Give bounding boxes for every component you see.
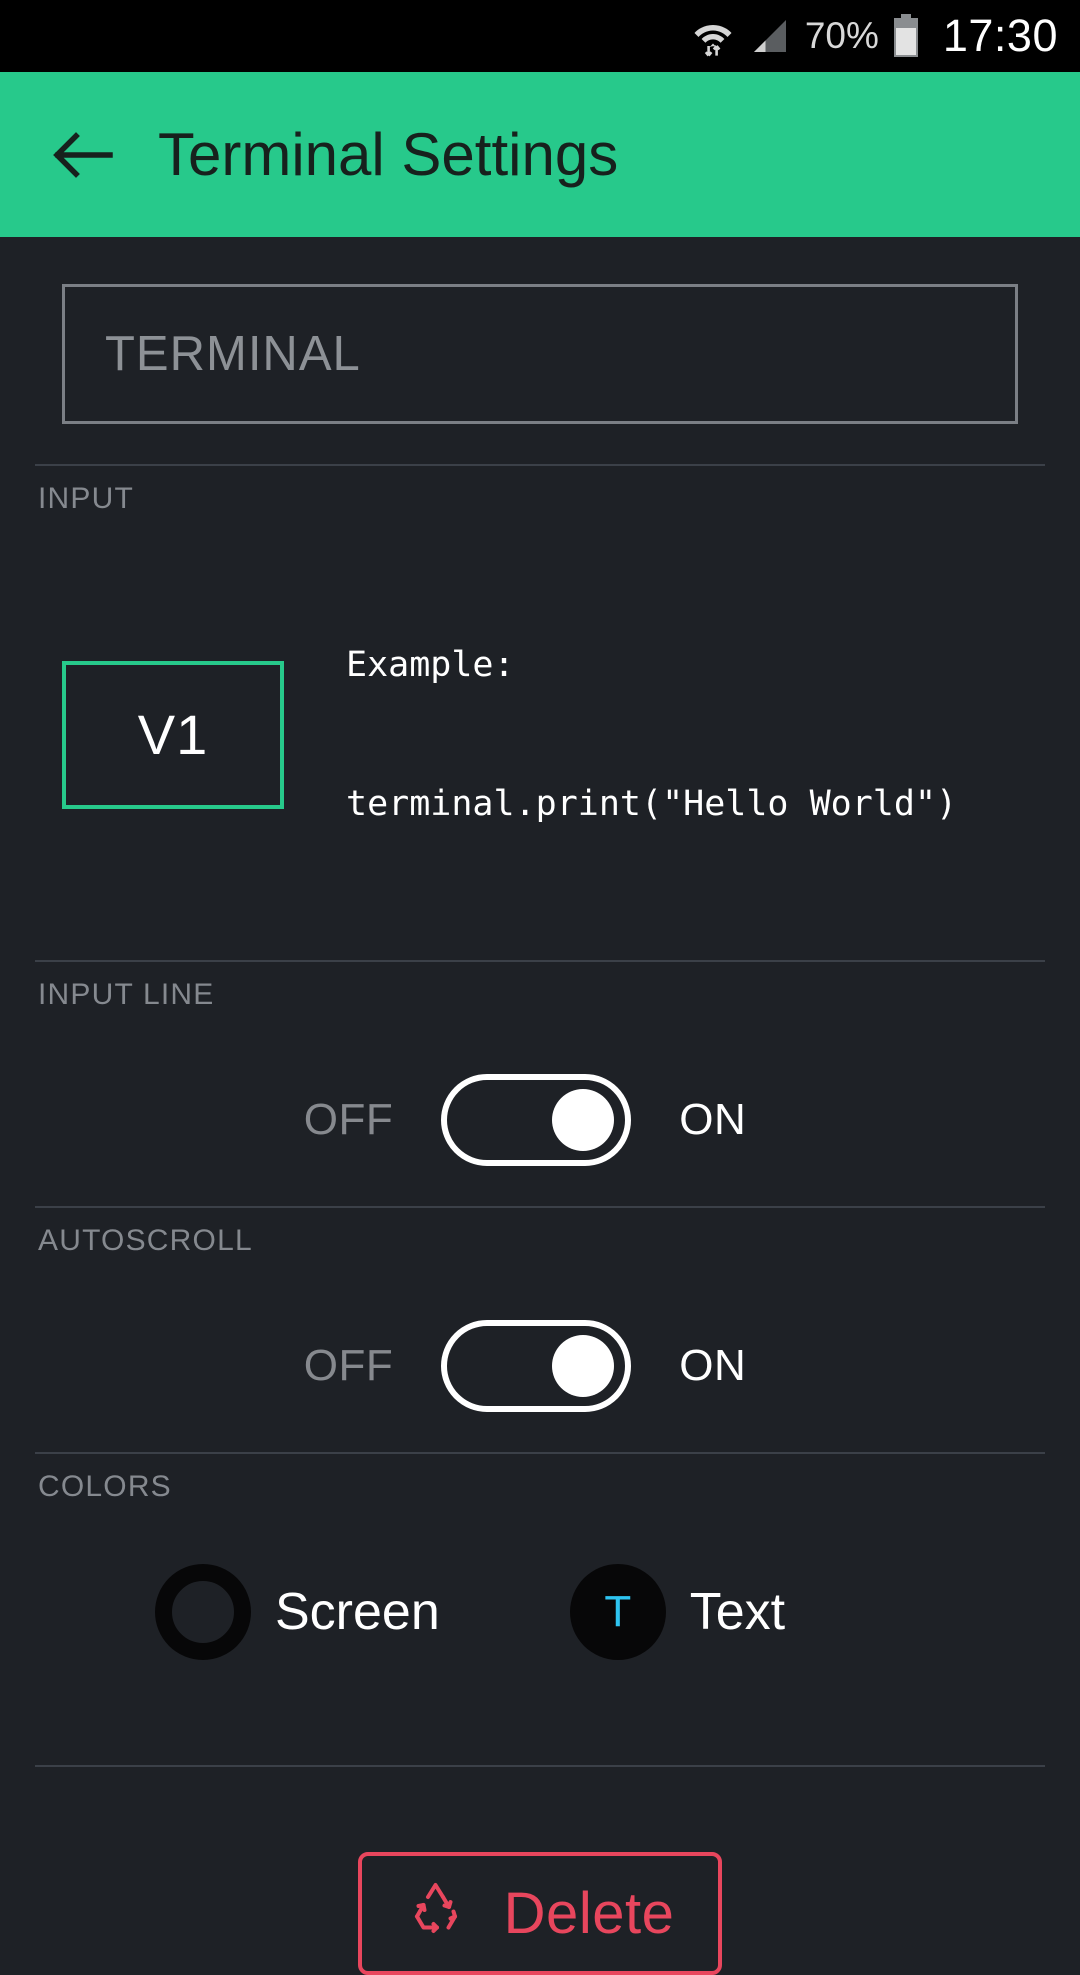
text-color-swatch[interactable]: T xyxy=(569,1563,666,1660)
input-version-label: V1 xyxy=(137,703,209,767)
screen-color-swatch[interactable] xyxy=(155,1563,251,1660)
status-bar: 70% 17:30 xyxy=(0,0,1080,72)
section-input-label: INPUT xyxy=(38,482,134,515)
cellular-signal-icon xyxy=(749,15,791,57)
section-input-line: INPUT LINE OFF ON xyxy=(0,959,1080,1166)
input-line-off-label: OFF xyxy=(303,1094,394,1144)
input-line-on-label: ON xyxy=(679,1094,747,1144)
section-colors-label: COLORS xyxy=(38,1469,172,1503)
terminal-name-input[interactable]: TERMINAL xyxy=(62,284,1018,424)
input-line-switch[interactable] xyxy=(441,1073,632,1166)
app-header: Terminal Settings xyxy=(0,72,1080,237)
section-colors: COLORS Screen T Text xyxy=(0,1451,1080,1660)
autoscroll-toggle-row: OFF ON xyxy=(0,1319,1080,1412)
text-color-label: Text xyxy=(689,1582,786,1641)
section-input: INPUT V1 Example: terminal.print("Hello … xyxy=(0,464,1080,920)
input-line-switch-knob xyxy=(552,1088,615,1151)
section-autoscroll: AUTOSCROLL OFF ON xyxy=(0,1205,1080,1412)
page-title: Terminal Settings xyxy=(158,121,619,188)
terminal-name-value: TERMINAL xyxy=(105,327,361,381)
delete-button-label: Delete xyxy=(503,1880,675,1946)
input-example-line-1: Example: xyxy=(346,645,515,686)
status-bar-clock: 17:30 xyxy=(942,10,1058,61)
battery-percent-label: 70% xyxy=(804,15,879,56)
wifi-with-transfer-icon xyxy=(691,14,735,58)
colors-row: Screen T Text xyxy=(0,1563,1080,1660)
bottom-divider xyxy=(35,1764,1045,1767)
settings-content: TERMINAL INPUT V1 Example: terminal.prin… xyxy=(0,284,1080,1975)
delete-button[interactable]: Delete xyxy=(357,1851,723,1975)
screen-color-item[interactable]: Screen xyxy=(155,1563,440,1660)
autoscroll-switch[interactable] xyxy=(441,1319,632,1412)
text-color-swatch-letter: T xyxy=(604,1586,632,1636)
input-version-button[interactable]: V1 xyxy=(62,660,284,809)
input-example-block: Example: terminal.print("Hello World") xyxy=(346,550,957,920)
autoscroll-off-label: OFF xyxy=(303,1340,394,1390)
input-version-row: V1 Example: terminal.print("Hello World"… xyxy=(0,550,1080,920)
text-color-item[interactable]: T Text xyxy=(569,1563,786,1660)
autoscroll-switch-knob xyxy=(552,1334,615,1397)
autoscroll-on-label: ON xyxy=(679,1340,747,1390)
section-input-line-label: INPUT LINE xyxy=(38,977,215,1011)
input-line-toggle-row: OFF ON xyxy=(0,1073,1080,1166)
back-arrow-icon[interactable] xyxy=(52,128,114,182)
section-autoscroll-label: AUTOSCROLL xyxy=(38,1223,253,1257)
delete-button-wrap: Delete xyxy=(0,1851,1080,1975)
battery-icon xyxy=(893,14,919,58)
screen-color-label: Screen xyxy=(275,1582,440,1641)
input-example-line-2: terminal.print("Hello World") xyxy=(346,783,958,824)
recycle-icon xyxy=(400,1878,472,1949)
